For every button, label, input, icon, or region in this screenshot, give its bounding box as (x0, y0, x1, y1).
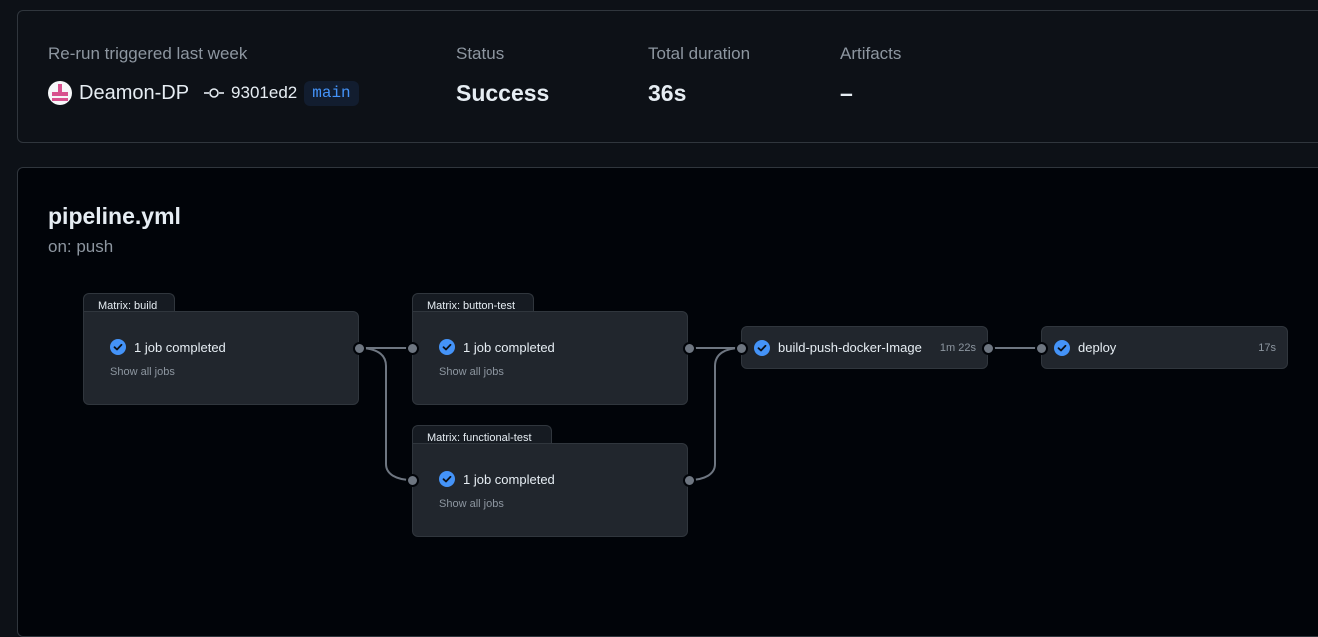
matrix-button-test-group[interactable]: 1 job completed Show all jobs (412, 311, 688, 405)
commit-sha-link[interactable]: 9301ed2 (231, 83, 297, 103)
port-deploy-in (1035, 342, 1048, 355)
job-deploy-name: deploy (1078, 340, 1117, 355)
check-circle-fill-icon (439, 471, 455, 487)
edge-build-to-functional-test (358, 347, 413, 481)
matrix-button-test-jobs-row: 1 job completed (439, 339, 555, 355)
port-button-test-in (406, 342, 419, 355)
matrix-build-jobs-row: 1 job completed (110, 339, 226, 355)
edge-functional-test-to-build-push (688, 347, 742, 481)
matrix-button-test-show-all-link[interactable]: Show all jobs (439, 366, 504, 378)
port-button-test-out (683, 342, 696, 355)
run-summary-panel: Re-run triggered last week Deamon-DP 930… (17, 10, 1318, 143)
port-build-push-out (982, 342, 995, 355)
check-circle-fill-icon (1054, 339, 1070, 356)
git-commit-icon (203, 87, 225, 99)
workflow-graph-panel: pipeline.yml on: push Matrix: build 1 jo… (17, 167, 1318, 637)
port-build-out (353, 342, 366, 355)
job-build-push-docker-image[interactable]: build-push-docker-Image 1m 22s (741, 326, 988, 369)
matrix-functional-test-show-all-link[interactable]: Show all jobs (439, 498, 504, 510)
check-circle-fill-icon (110, 339, 126, 355)
artifacts-label: Artifacts (840, 44, 902, 63)
duration-label: Total duration (648, 44, 751, 63)
artifacts-value: – (840, 80, 853, 106)
job-build-push-duration: 1m 22s (939, 341, 976, 354)
trigger-column: Re-run triggered last week Deamon-DP 930… (48, 44, 359, 107)
avatar[interactable] (48, 81, 72, 105)
matrix-build-group[interactable]: 1 job completed Show all jobs (83, 311, 359, 405)
matrix-functional-test-group[interactable]: 1 job completed Show all jobs (412, 443, 688, 537)
trigger-label: Re-run triggered last week (48, 44, 248, 63)
job-deploy-duration: 17s (1258, 341, 1276, 354)
status-column: Status Success (456, 44, 549, 107)
status-label: Status (456, 44, 505, 63)
matrix-button-test-jobs-text: 1 job completed (463, 339, 555, 355)
matrix-build-jobs-text: 1 job completed (134, 339, 226, 355)
job-build-push-name: build-push-docker-Image (778, 340, 922, 355)
port-build-push-in (735, 342, 748, 355)
job-deploy[interactable]: deploy 17s (1041, 326, 1288, 369)
status-value: Success (456, 80, 550, 106)
branch-badge[interactable]: main (304, 80, 359, 106)
artifacts-column: Artifacts – (840, 44, 901, 107)
port-functional-test-in (406, 474, 419, 487)
check-circle-fill-icon (754, 339, 770, 356)
port-functional-test-out (683, 474, 696, 487)
trigger-row: Deamon-DP 9301ed2 main (48, 79, 359, 107)
matrix-functional-test-jobs-text: 1 job completed (463, 471, 555, 487)
matrix-functional-test-jobs-row: 1 job completed (439, 471, 555, 487)
duration-value: 36s (648, 80, 687, 106)
matrix-build-show-all-link[interactable]: Show all jobs (110, 366, 175, 378)
duration-column: Total duration 36s (648, 44, 750, 107)
check-circle-fill-icon (439, 339, 455, 355)
actor-link[interactable]: Deamon-DP (79, 82, 189, 105)
